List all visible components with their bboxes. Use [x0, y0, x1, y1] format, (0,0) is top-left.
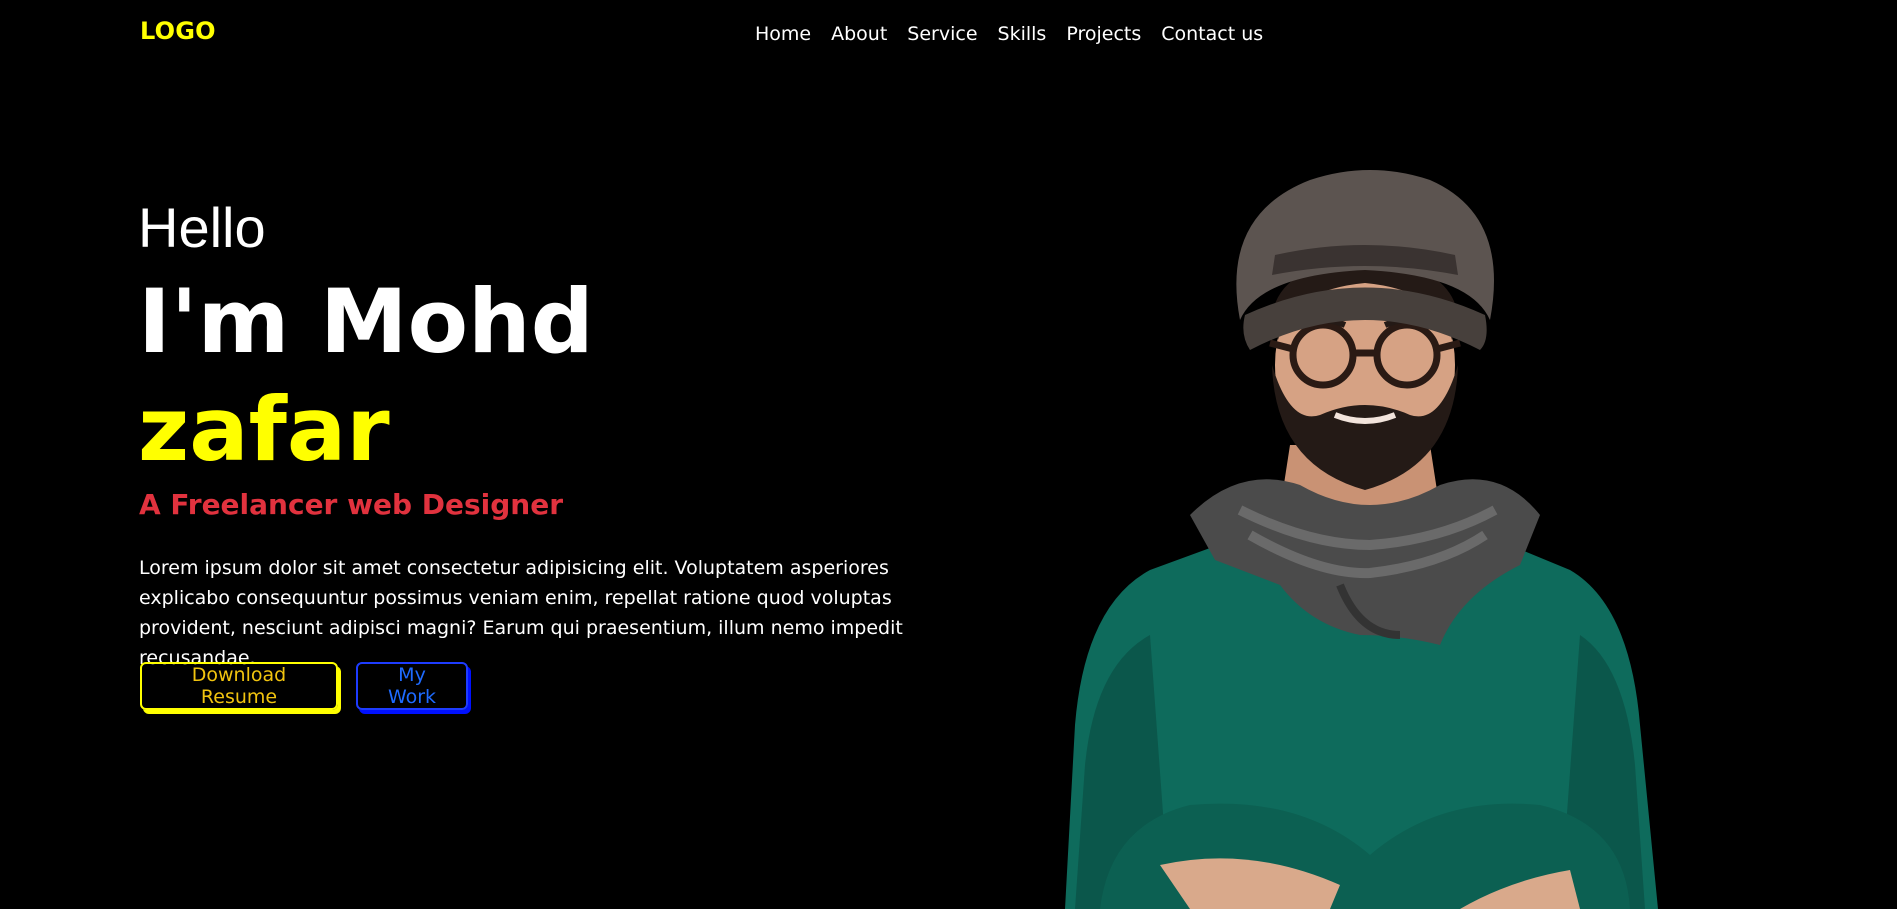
site-header: LOGO Home About Service Skills Projects …: [0, 0, 1897, 68]
main-nav: Home About Service Skills Projects Conta…: [755, 21, 1283, 47]
nav-service[interactable]: Service: [907, 21, 977, 47]
profile-portrait: [1065, 170, 1658, 909]
nav-projects[interactable]: Projects: [1066, 21, 1141, 47]
nav-about[interactable]: About: [831, 21, 887, 47]
logo[interactable]: LOGO: [140, 17, 216, 45]
nav-home[interactable]: Home: [755, 21, 811, 47]
download-resume-button[interactable]: Download Resume: [140, 662, 338, 710]
nav-contact[interactable]: Contact us: [1161, 21, 1263, 47]
hero-description: Lorem ipsum dolor sit amet consectetur a…: [139, 557, 903, 669]
hero-name-highlight: zafar: [138, 378, 390, 481]
nav-skills[interactable]: Skills: [998, 21, 1047, 47]
hero-subtitle: A Freelancer web Designer: [139, 488, 564, 521]
page: LOGO Home About Service Skills Projects …: [0, 0, 1897, 909]
my-work-button[interactable]: My Work: [356, 662, 468, 710]
hero-name: I'm Mohd: [138, 270, 594, 373]
hero-greeting: Hello: [138, 196, 266, 259]
